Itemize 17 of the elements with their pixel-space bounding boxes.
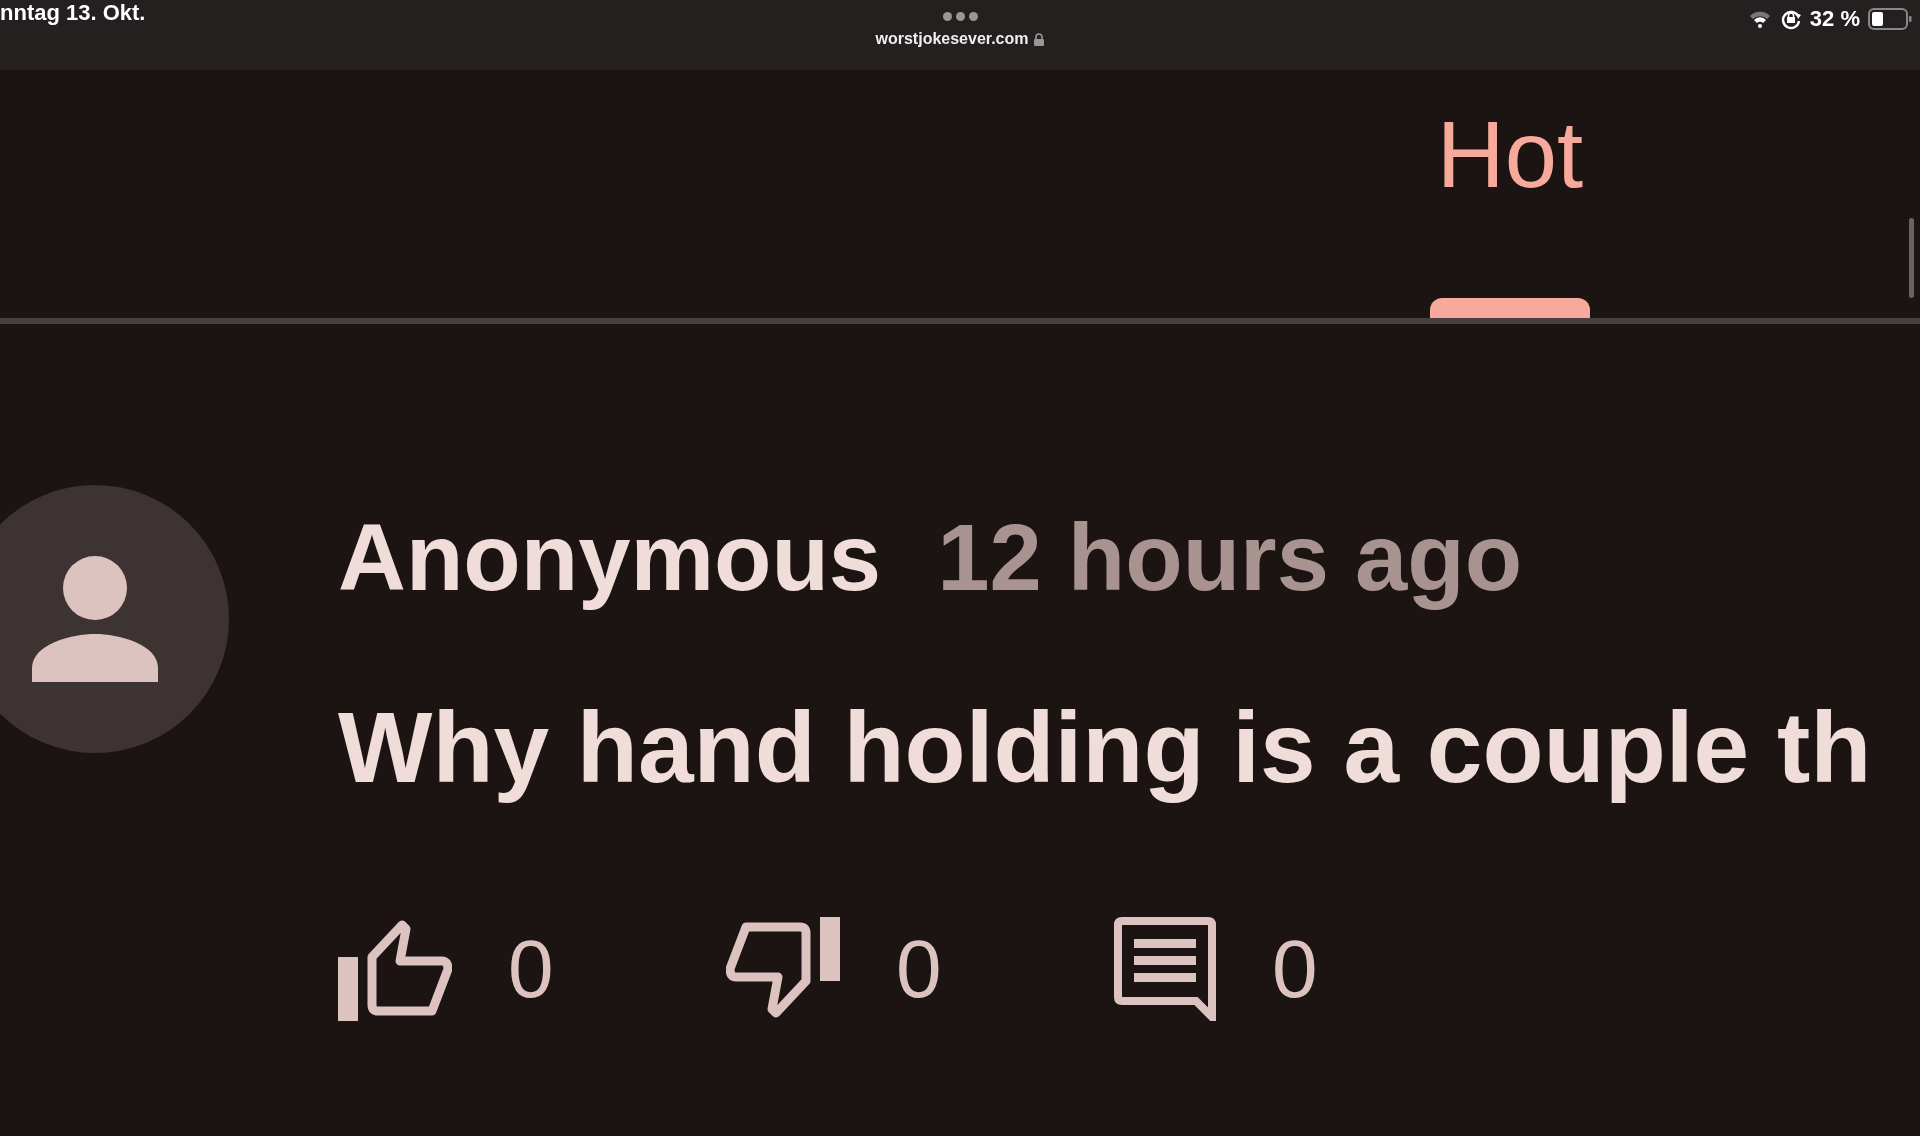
author-name[interactable]: Anonymous	[338, 502, 882, 615]
lock-icon	[1034, 32, 1045, 46]
battery-percentage: 32 %	[1809, 6, 1860, 32]
comment-icon	[1114, 916, 1216, 1021]
tab[interactable]: Hot	[1430, 108, 1590, 202]
date-text: nntag 13. Okt.	[0, 0, 146, 25]
scrollbar[interactable]	[1909, 218, 1914, 298]
rotation-lock-icon	[1779, 8, 1802, 30]
post-text: Why hand holding is a couple th	[338, 689, 1872, 805]
battery-icon	[1868, 8, 1912, 30]
like-count: 0	[508, 921, 554, 1016]
comment-count: 0	[1272, 921, 1318, 1016]
url-text[interactable]: worstjokesever.com	[875, 30, 1029, 48]
post-time: 12 hours ago	[937, 504, 1523, 612]
person-icon	[32, 556, 158, 682]
dislike-count: 0	[896, 921, 942, 1016]
more-icon[interactable]	[942, 12, 978, 21]
